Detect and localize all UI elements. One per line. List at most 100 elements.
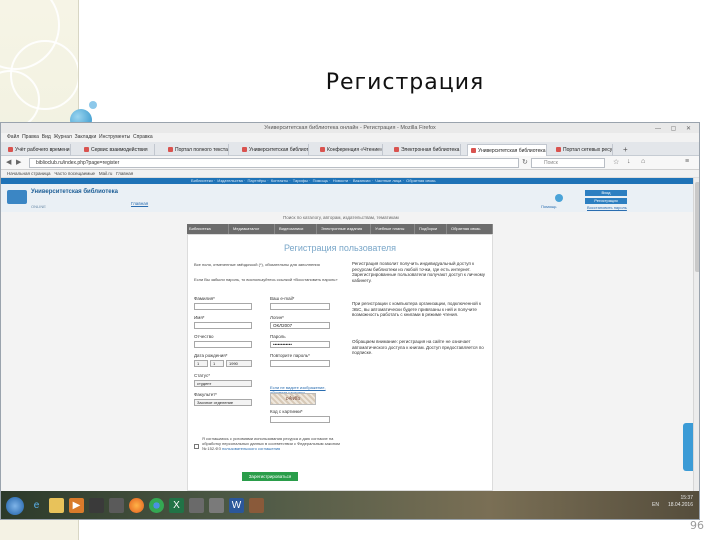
bookmark-item[interactable]: Часто посещаемые [54, 171, 95, 176]
top-link[interactable]: Издательства [217, 178, 243, 183]
forgot-password-link[interactable]: Восстановить пароль [587, 205, 627, 210]
top-link[interactable]: Тарифы [293, 178, 308, 183]
menu-bar: Файл Правка Вид Журнал Закладки Инструме… [1, 133, 699, 142]
library-logo-icon[interactable] [7, 190, 27, 204]
window-titlebar: Университетская библиотека онлайн - Реги… [1, 123, 699, 133]
home-icon[interactable]: ⌂ [641, 158, 645, 165]
scrollbar[interactable] [693, 178, 699, 491]
start-button-icon[interactable] [6, 497, 24, 515]
menu-item[interactable]: Закладки [75, 134, 97, 140]
section-tab[interactable]: Учебные планы [373, 224, 415, 234]
faculty-label: Факультет* [194, 392, 217, 397]
top-link[interactable]: Вакансии [353, 178, 371, 183]
bookmark-item[interactable]: Mail.ru [99, 171, 113, 176]
chrome-icon[interactable] [149, 498, 164, 513]
section-tab[interactable]: Обратная связь [449, 224, 493, 234]
menu-item[interactable]: Справка [133, 134, 153, 140]
email-field[interactable] [270, 303, 330, 310]
app-icon[interactable] [109, 498, 124, 513]
registration-title: Регистрация пользователя [283, 243, 397, 253]
home-link[interactable]: Главная [131, 201, 148, 206]
consent-link[interactable]: пользовательского соглашения [222, 446, 280, 451]
url-input[interactable]: biblioclub.ru/index.php?page=register [29, 158, 519, 168]
birth-month-select[interactable]: 1 [210, 360, 224, 367]
bookmark-item[interactable]: Главная [116, 171, 133, 176]
scroll-thumb[interactable] [695, 182, 699, 272]
top-link[interactable]: Помощь [313, 178, 328, 183]
browser-tab[interactable]: Университетская библиотека [239, 144, 309, 156]
menu-item[interactable]: Вид [42, 134, 51, 140]
star-icon[interactable]: ☆ [613, 158, 619, 166]
top-link[interactable]: Библиотеки [191, 178, 213, 183]
password-field[interactable]: •••••••••••• [270, 341, 330, 348]
top-link[interactable]: Обратная связь [406, 178, 435, 183]
top-link[interactable]: Новости [333, 178, 348, 183]
browser-tab[interactable]: Конференция «Чтение» [317, 144, 383, 156]
feedback-tab[interactable] [683, 423, 693, 471]
menu-item[interactable]: Правка [22, 134, 39, 140]
section-tab[interactable]: Электронные издания [319, 224, 371, 234]
forward-icon[interactable]: ▶ [16, 158, 21, 166]
app-icon[interactable] [89, 498, 104, 513]
firefox-icon[interactable] [129, 498, 144, 513]
reload-icon[interactable]: ↻ [522, 158, 528, 166]
consent-text: Я соглашаюсь с условиями использования р… [202, 436, 342, 451]
section-tab[interactable]: Медиакаталог [231, 224, 275, 234]
captcha-label: Код с картинки* [270, 409, 303, 414]
app-icon[interactable] [209, 498, 224, 513]
login-button[interactable]: Вход [585, 190, 627, 196]
captcha-image: c4w8u [270, 393, 316, 405]
app-icon[interactable] [189, 498, 204, 513]
login-label: Логин* [270, 315, 284, 320]
captcha-field[interactable] [270, 416, 330, 423]
help-icon[interactable] [555, 194, 563, 202]
explorer-icon[interactable] [49, 498, 64, 513]
info-paragraph: Обращаем внимание: регистрация на сайте … [352, 339, 484, 355]
download-icon[interactable]: ↓ [627, 158, 631, 165]
ie-icon[interactable]: e [29, 498, 44, 513]
browser-tab[interactable]: Портал сетевых ресурсов [553, 144, 613, 156]
help-link[interactable]: Помощь [541, 204, 556, 209]
login-field[interactable]: ОКЛ2007 [270, 322, 330, 329]
register-button[interactable]: Регистрация [585, 198, 627, 204]
section-tab[interactable]: Видеозаписи [277, 224, 317, 234]
menu-item[interactable]: Файл [7, 134, 19, 140]
surname-field[interactable] [194, 303, 252, 310]
website-content: Библиотеки · Издательства · Партнёры · К… [1, 178, 693, 491]
excel-icon[interactable]: X [169, 498, 184, 513]
browser-tab[interactable]: Сервис взаимодействия [81, 144, 155, 156]
consent-checkbox[interactable] [194, 444, 199, 449]
menu-item[interactable]: Журнал [54, 134, 72, 140]
browser-tab[interactable]: Электронная библиотека [391, 144, 461, 156]
menu-item[interactable]: Инструменты [99, 134, 130, 140]
windows-taskbar: e ▶ X W EN 15:37 18.04.2016 [1, 491, 699, 519]
language-indicator[interactable]: EN [652, 502, 659, 508]
media-player-icon[interactable]: ▶ [69, 498, 84, 513]
system-clock[interactable]: 15:37 18.04.2016 [668, 495, 693, 509]
back-icon[interactable]: ◀ [6, 158, 11, 166]
birth-day-select[interactable]: 1 [194, 360, 208, 367]
name-field[interactable] [194, 322, 252, 329]
section-tab[interactable]: Подборки [417, 224, 447, 234]
status-select[interactable]: студент [194, 380, 252, 387]
faculty-select[interactable]: Заочное отделение [194, 399, 252, 406]
browser-tab-active[interactable]: Университетская библиотека онлайн [467, 144, 547, 156]
browser-tab[interactable]: Портал полного текста [165, 144, 229, 156]
menu-icon[interactable]: ≡ [685, 158, 689, 165]
birth-year-select[interactable]: 1990 [226, 360, 252, 367]
section-tab[interactable]: Библиотека [187, 224, 229, 234]
logo-title[interactable]: Университетская библиотека [31, 189, 118, 196]
browser-tab[interactable]: Учёт рабочего времени [5, 144, 71, 156]
patronymic-field[interactable] [194, 341, 252, 348]
app-icon[interactable] [249, 498, 264, 513]
top-link[interactable]: Частные лица [375, 178, 401, 183]
search-input[interactable]: Поиск [531, 158, 605, 168]
search-hint[interactable]: Поиск по каталогу, авторам, издательства… [283, 215, 399, 220]
top-link[interactable]: Партнёры [248, 178, 267, 183]
password-confirm-field[interactable] [270, 360, 330, 367]
new-tab-icon[interactable]: + [623, 144, 628, 156]
top-link[interactable]: Контакты [271, 178, 288, 183]
word-icon[interactable]: W [229, 498, 244, 513]
register-submit-button[interactable]: Зарегистрироваться [242, 472, 298, 481]
bookmark-item[interactable]: Начальная страница [7, 171, 51, 176]
